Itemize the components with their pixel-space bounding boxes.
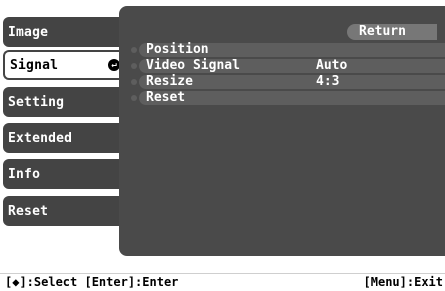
menu-item-info[interactable]: Info	[3, 159, 126, 189]
status-bar: [◆]:Select [Enter]:Enter [Menu]:Exit	[0, 273, 445, 291]
submenu-row-position[interactable]: Position	[131, 42, 445, 57]
submenu-row-resize[interactable]: Resize 4:3	[131, 74, 445, 89]
menu-item-label: Setting	[8, 94, 65, 110]
row-label: Video Signal	[146, 58, 240, 73]
status-hint-right: [Menu]:Exit	[363, 275, 443, 289]
submenu-row-video-signal[interactable]: Video Signal Auto	[131, 58, 445, 73]
menu-item-label: Image	[8, 24, 49, 40]
menu-item-reset[interactable]: Reset	[3, 196, 126, 226]
menu-item-label: Extended	[8, 130, 73, 146]
menu-item-setting[interactable]: Setting	[3, 87, 126, 117]
submenu-row-reset[interactable]: Reset	[131, 90, 445, 105]
menu-item-label: Signal	[10, 57, 59, 73]
status-hint-left: [◆]:Select [Enter]:Enter	[5, 275, 179, 289]
row-bullet-icon	[131, 47, 137, 53]
menu-item-signal[interactable]: Signal ↵	[3, 50, 126, 80]
row-label: Reset	[146, 90, 186, 105]
row-label: Position	[146, 42, 209, 57]
menu-item-label: Info	[8, 166, 41, 182]
projector-menu: Image Signal ↵ Setting Extended Info Res…	[0, 0, 445, 264]
row-bullet-icon	[131, 95, 137, 101]
return-button[interactable]: Return	[347, 24, 437, 40]
row-label: Resize	[146, 74, 193, 89]
row-value: 4:3	[316, 74, 340, 89]
row-bullet-icon	[131, 63, 137, 69]
menu-item-label: Reset	[8, 203, 49, 219]
row-bullet-icon	[131, 79, 137, 85]
submenu-panel: Return Position Video Signal Auto Resize…	[119, 6, 445, 256]
menu-item-image[interactable]: Image	[3, 17, 126, 47]
row-value: Auto	[316, 58, 348, 73]
menu-item-extended[interactable]: Extended	[3, 123, 126, 153]
